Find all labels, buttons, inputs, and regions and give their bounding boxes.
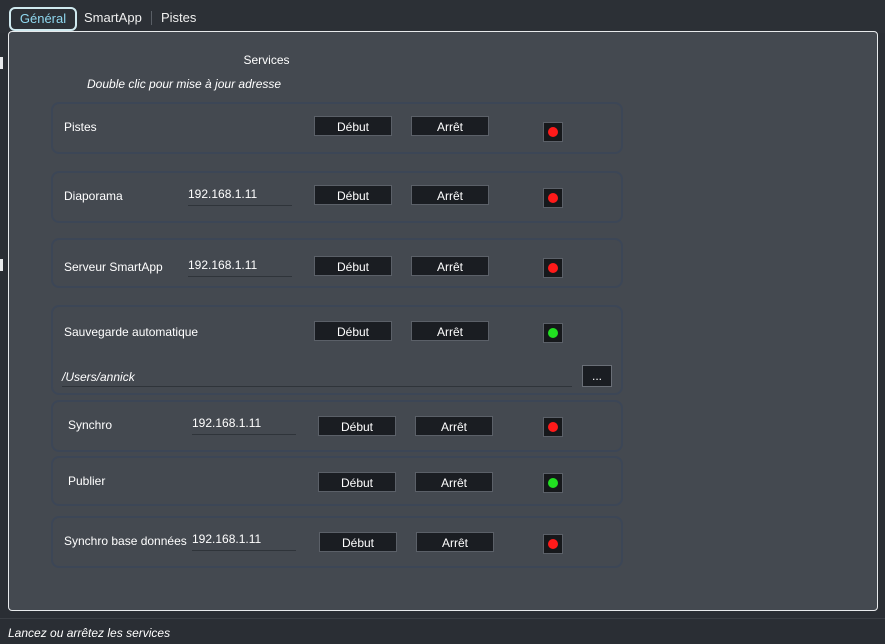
services-hint: Double clic pour mise à jour adresse — [87, 77, 282, 91]
diaporama-ip-field[interactable]: 192.168.1.11 — [188, 186, 292, 206]
pistes-status-indicator — [543, 122, 563, 142]
tab-bar: Général SmartApp Pistes — [0, 0, 885, 33]
publier-start-button[interactable]: Début — [318, 472, 396, 492]
diaporama-start-button[interactable]: Début — [314, 185, 392, 205]
tab-separator — [151, 11, 152, 25]
autosave-stop-button[interactable]: Arrêt — [411, 321, 489, 341]
window-edge-marker — [0, 57, 3, 69]
publier-stop-button[interactable]: Arrêt — [415, 472, 493, 492]
pistes-start-button[interactable]: Début — [314, 116, 392, 136]
status-led-icon — [548, 328, 558, 338]
window-edge-marker — [0, 259, 3, 271]
service-group-autosave: Sauvegarde automatique Début Arrêt /User… — [51, 305, 623, 395]
publier-status-indicator — [543, 473, 563, 493]
status-led-icon — [548, 422, 558, 432]
services-panel: Services Double clic pour mise à jour ad… — [8, 31, 878, 611]
service-label-autosave: Sauvegarde automatique — [64, 325, 199, 339]
status-led-icon — [548, 478, 558, 488]
diaporama-stop-button[interactable]: Arrêt — [411, 185, 489, 205]
tab-general[interactable]: Général — [9, 7, 77, 31]
status-led-icon — [548, 539, 558, 549]
diaporama-status-indicator — [543, 188, 563, 208]
dbsync-status-indicator — [543, 534, 563, 554]
synchro-status-indicator — [543, 417, 563, 437]
service-label-smartapp: Serveur SmartApp — [64, 260, 163, 274]
tab-smartapp[interactable]: SmartApp — [84, 8, 142, 28]
synchro-stop-button[interactable]: Arrêt — [415, 416, 493, 436]
service-group-publier: Publier Début Arrêt — [51, 456, 623, 506]
status-led-icon — [548, 263, 558, 273]
service-label-publier: Publier — [68, 474, 106, 488]
synchro-ip-field[interactable]: 192.168.1.11 — [192, 415, 296, 435]
service-group-synchro: Synchro 192.168.1.11 Début Arrêt — [51, 400, 623, 452]
status-led-icon — [548, 127, 558, 137]
smartapp-ip-field[interactable]: 192.168.1.11 — [188, 257, 292, 277]
tab-pistes[interactable]: Pistes — [161, 8, 196, 28]
service-label-pistes: Pistes — [64, 120, 97, 134]
autosave-status-indicator — [543, 323, 563, 343]
autosave-start-button[interactable]: Début — [314, 321, 392, 341]
status-bar-divider — [0, 618, 885, 619]
dbsync-ip-field[interactable]: 192.168.1.11 — [192, 531, 296, 551]
service-group-smartapp: Serveur SmartApp 192.168.1.11 Début Arrê… — [51, 238, 623, 288]
status-bar-text: Lancez ou arrêtez les services — [8, 626, 171, 640]
status-led-icon — [548, 193, 558, 203]
smartapp-start-button[interactable]: Début — [314, 256, 392, 276]
dbsync-stop-button[interactable]: Arrêt — [416, 532, 494, 552]
service-label-diaporama: Diaporama — [64, 189, 123, 203]
smartapp-status-indicator — [543, 258, 563, 278]
autosave-browse-button[interactable]: ... — [582, 365, 612, 387]
synchro-start-button[interactable]: Début — [318, 416, 396, 436]
pistes-stop-button[interactable]: Arrêt — [411, 116, 489, 136]
service-group-pistes: Pistes Début Arrêt — [51, 102, 623, 154]
services-title: Services — [243, 53, 290, 67]
smartapp-stop-button[interactable]: Arrêt — [411, 256, 489, 276]
service-group-dbsync: Synchro base données 192.168.1.11 Début … — [51, 516, 623, 568]
service-group-diaporama: Diaporama 192.168.1.11 Début Arrêt — [51, 171, 623, 223]
dbsync-start-button[interactable]: Début — [319, 532, 397, 552]
service-label-synchro: Synchro — [68, 418, 113, 432]
autosave-path-field[interactable]: /Users/annick — [62, 369, 572, 387]
service-label-dbsync: Synchro base données — [64, 534, 187, 548]
